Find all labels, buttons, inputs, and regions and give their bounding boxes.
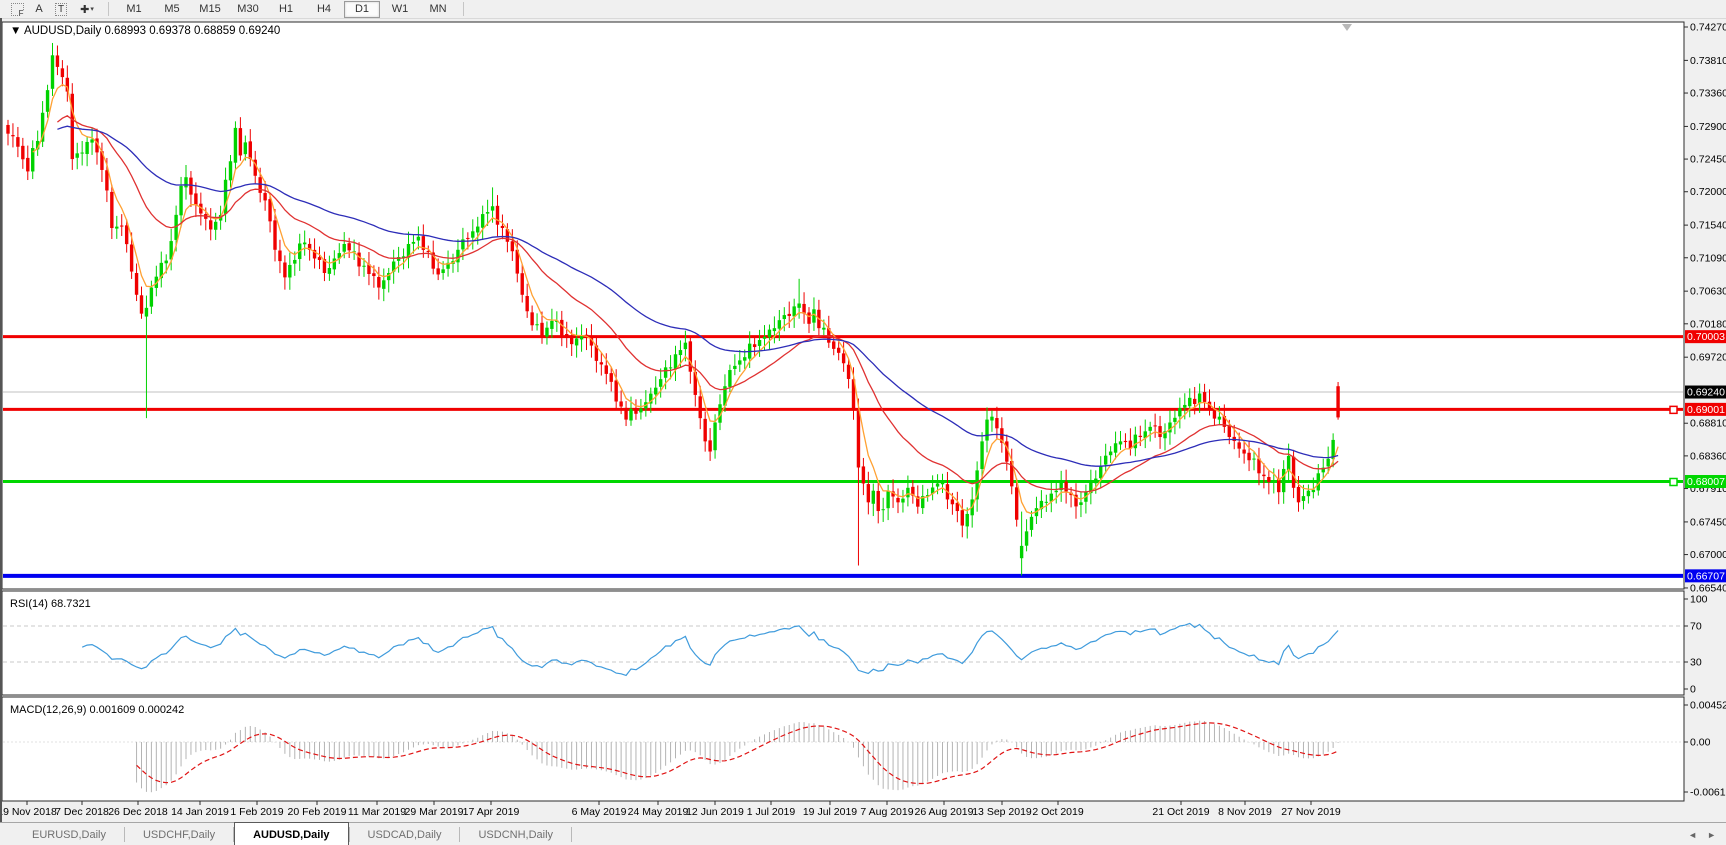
window-left-edge [0, 18, 2, 822]
date-axis: 19 Nov 20187 Dec 201826 Dec 201814 Jan 2… [0, 801, 1341, 818]
macd-axis-label: -0.00612 [1690, 787, 1726, 799]
price-axis-label: 0.72450 [1690, 154, 1726, 166]
date-axis-label: 2 Oct 2019 [1032, 806, 1084, 818]
timeframe-button-mn[interactable]: MN [420, 1, 456, 18]
date-axis-label: 19 Nov 2018 [0, 806, 57, 818]
price-axis-label: 0.67450 [1690, 516, 1726, 528]
timeframe-button-m15[interactable]: M15 [192, 1, 228, 18]
timeframe-button-h4[interactable]: H4 [306, 1, 342, 18]
rsi-axis-label: 0 [1690, 684, 1696, 696]
date-axis-label: 21 Oct 2019 [1152, 806, 1209, 818]
current-price-label: 0.69240 [1687, 387, 1725, 399]
timeframe-button-m30[interactable]: M30 [230, 1, 266, 18]
chart-title[interactable]: ▼ AUDUSD,Daily 0.68993 0.69378 0.68859 0… [10, 25, 280, 37]
price-axis-label: 0.71540 [1690, 220, 1726, 232]
rsi-axis-label: 70 [1690, 621, 1702, 633]
price-axis-label: 0.73810 [1690, 55, 1726, 67]
rsi-label: RSI(14) 68.7321 [10, 598, 91, 610]
date-axis-label: 1 Jul 2019 [747, 806, 796, 818]
label-tool-icon[interactable]: T [50, 1, 72, 17]
tab-separator [571, 827, 572, 842]
date-axis-label: 14 Jan 2019 [171, 806, 229, 818]
label-tool-glyph: T [55, 3, 67, 16]
hline-price-label: 0.68007 [1687, 476, 1725, 488]
price-axis-label: 0.72000 [1690, 186, 1726, 198]
hline-price-label: 0.69001 [1687, 404, 1725, 416]
chart-tab-eurusd[interactable]: EURUSD,Daily [14, 823, 124, 845]
timeframe-button-h1[interactable]: H1 [268, 1, 304, 18]
toolbar-separator [463, 2, 464, 16]
price-axis-label: 0.70180 [1690, 318, 1726, 330]
hline-price-label: 0.66707 [1687, 570, 1725, 582]
price-axis-label: 0.67000 [1690, 549, 1726, 561]
chart-tab-usdchf[interactable]: USDCHF,Daily [125, 823, 233, 845]
fibonacci-grid-glyph: F [11, 3, 24, 16]
chart-tab-usdcad[interactable]: USDCAD,Daily [350, 823, 460, 845]
date-axis-label: 20 Feb 2019 [288, 806, 347, 818]
date-axis-label: 13 Sep 2019 [972, 806, 1032, 818]
rsi-axis-label: 100 [1690, 594, 1708, 606]
date-axis-label: 24 May 2019 [628, 806, 689, 818]
arrows-glyph: ✚ [80, 3, 89, 16]
date-axis-label: 7 Aug 2019 [860, 806, 913, 818]
tab-scroll-left-icon[interactable]: ◄ [1688, 830, 1697, 840]
price-axis-label: 0.73360 [1690, 88, 1726, 100]
date-axis-label: 27 Nov 2019 [1281, 806, 1341, 818]
price-axis-label: 0.70630 [1690, 286, 1726, 298]
panel-frames [2, 22, 1684, 801]
macd-axis: 0.004528 0.00 -0.00612 [1684, 699, 1726, 798]
rsi-axis-label: 30 [1690, 657, 1702, 669]
toolbar: F A T ✚ ▾ M1M5M15M30H1H4D1W1MN [0, 0, 1726, 19]
date-axis-label: 29 Mar 2019 [405, 806, 464, 818]
timeframe-button-m5[interactable]: M5 [154, 1, 190, 18]
arrow-tools-icon[interactable]: ✚ ▾ [72, 1, 102, 17]
date-axis-label: 17 Apr 2019 [463, 806, 520, 818]
macd-axis-label: 0.004528 [1690, 699, 1726, 711]
date-axis-label: 8 Nov 2019 [1218, 806, 1272, 818]
chart-tab-usdcnh[interactable]: USDCNH,Daily [460, 823, 571, 845]
chart-tab-bar: EURUSD,DailyUSDCHF,DailyAUDUSD,DailyUSDC… [0, 822, 1726, 845]
chart-tab-audusd[interactable]: AUDUSD,Daily [234, 822, 348, 845]
date-axis-label: 7 Dec 2018 [55, 806, 109, 818]
date-axis-label: 26 Aug 2019 [915, 806, 974, 818]
price-axis-label: 0.72900 [1690, 121, 1726, 133]
tab-scroll-right-icon[interactable]: ► [1707, 830, 1716, 840]
date-axis-label: 12 Jun 2019 [686, 806, 744, 818]
price-axis-label: 0.69720 [1690, 352, 1726, 364]
timeframe-button-m1[interactable]: M1 [116, 1, 152, 18]
text-tool-icon[interactable]: A [28, 1, 50, 17]
chart-area[interactable]: 0.74270 0.73810 0.73360 0.72900 0.72450 0.720… [0, 18, 1726, 822]
date-axis-label: 19 Jul 2019 [803, 806, 857, 818]
fibonacci-tool-icon[interactable]: F [6, 1, 28, 17]
timeframe-button-d1[interactable]: D1 [344, 1, 380, 18]
macd-label: MACD(12,26,9) 0.001609 0.000242 [10, 704, 184, 716]
text-tool-glyph: A [35, 3, 42, 15]
date-axis-label: 1 Feb 2019 [230, 806, 283, 818]
rsi-axis: 100 70 30 0 [1684, 594, 1708, 696]
date-axis-label: 11 Mar 2019 [348, 806, 406, 818]
mt4-window: { "toolbar": { "icons": [ {"name": "fibo… [0, 0, 1726, 845]
price-axis-label: 0.68360 [1690, 450, 1726, 462]
tab-scroll-controls: ◄ ► [1688, 823, 1726, 845]
dropdown-caret-icon: ▾ [90, 5, 94, 13]
price-axis-label: 0.71090 [1690, 252, 1726, 264]
timeframe-button-w1[interactable]: W1 [382, 1, 418, 18]
macd-axis-label: 0.00 [1690, 737, 1711, 749]
hline-price-label: 0.70003 [1687, 331, 1725, 343]
date-axis-label: 26 Dec 2018 [108, 806, 168, 818]
toolbar-separator [108, 2, 109, 16]
price-axis-label: 0.74270 [1690, 22, 1726, 34]
date-axis-label: 6 May 2019 [572, 806, 627, 818]
price-axis-label: 0.68810 [1690, 418, 1726, 430]
